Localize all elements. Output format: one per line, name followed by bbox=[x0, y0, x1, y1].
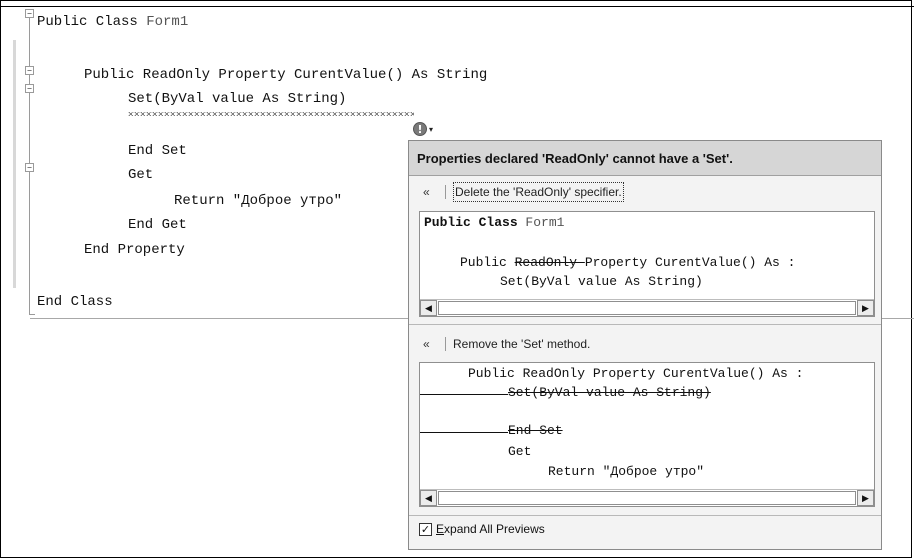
removed-text: ReadOnly bbox=[514, 255, 585, 270]
scroll-thumb[interactable] bbox=[438, 301, 856, 315]
horizontal-scrollbar[interactable]: ◀ ▶ bbox=[420, 299, 874, 316]
fix2-preview: Public ReadOnly Property CurentValue() A… bbox=[419, 362, 875, 507]
scroll-left-icon[interactable]: ◀ bbox=[420, 490, 437, 506]
code-line-return: Return "Доброе утро" bbox=[174, 193, 343, 209]
code-line-end-class: End Class bbox=[37, 294, 113, 310]
preview-line: Public ReadOnly Property CurentValue() A… bbox=[468, 366, 804, 381]
preview-line: Public Class Form1 bbox=[424, 215, 565, 230]
dropdown-arrow-icon: ▾ bbox=[429, 124, 434, 134]
collapse-class-icon[interactable]: − bbox=[25, 9, 34, 18]
code-line-end-get: End Get bbox=[128, 217, 187, 233]
fix1-preview: Public Class Form1 Public ReadOnly Prope… bbox=[419, 211, 875, 317]
preview-line: Public ReadOnly Property CurentValue() A… bbox=[460, 255, 796, 270]
collapse-set-icon[interactable]: − bbox=[25, 84, 34, 93]
expand-all-previews-checkbox[interactable]: ✓ bbox=[419, 522, 432, 536]
divider bbox=[445, 185, 446, 199]
code-line-get: Get bbox=[128, 167, 154, 183]
popup-header: Properties declared 'ReadOnly' cannot ha… bbox=[409, 141, 881, 176]
code-line-end-property: End Property bbox=[84, 242, 185, 258]
code-line-end-set: End Set bbox=[128, 143, 187, 159]
code-line-set: Set(ByVal value As String) bbox=[128, 91, 347, 107]
divider bbox=[409, 515, 881, 516]
collapse-chevron-icon[interactable]: « bbox=[423, 179, 430, 205]
horizontal-scrollbar[interactable]: ◀ ▶ bbox=[420, 489, 874, 506]
scroll-right-icon[interactable]: ▶ bbox=[857, 490, 874, 506]
code-line-property: Public ReadOnly Property CurentValue() A… bbox=[84, 67, 488, 83]
smart-tag-button[interactable]: ! ▾ bbox=[410, 120, 438, 138]
expand-all-previews-label[interactable]: Expand All Previews bbox=[436, 518, 545, 540]
scroll-right-icon[interactable]: ▶ bbox=[857, 300, 874, 316]
error-squiggle bbox=[128, 112, 414, 116]
divider bbox=[445, 337, 446, 351]
error-correction-popup: Properties declared 'ReadOnly' cannot ha… bbox=[408, 140, 882, 550]
scroll-left-icon[interactable]: ◀ bbox=[420, 300, 437, 316]
change-indicator-bar bbox=[13, 40, 16, 288]
expand-all-previews-option[interactable]: ✓ Expand All Previews bbox=[419, 518, 545, 540]
removed-line: End Set bbox=[508, 423, 563, 438]
error-exclamation-icon: ! bbox=[413, 122, 427, 136]
scroll-thumb[interactable] bbox=[438, 491, 856, 505]
removed-line: Set(ByVal value As String) bbox=[508, 385, 711, 400]
fix-remove-set[interactable]: « Remove the 'Set' method. bbox=[409, 331, 881, 357]
divider bbox=[409, 324, 881, 325]
collapse-property-icon[interactable]: − bbox=[25, 66, 34, 75]
code-line-class: Public Class Form1 bbox=[37, 14, 189, 30]
top-rule bbox=[0, 6, 914, 7]
collapse-get-icon[interactable]: − bbox=[25, 163, 34, 172]
removed-line-rule bbox=[420, 394, 508, 395]
preview-line: Set(ByVal value As String) bbox=[500, 274, 703, 289]
fix-delete-readonly[interactable]: « Delete the 'ReadOnly' specifier. bbox=[409, 179, 881, 205]
outline-end bbox=[29, 314, 35, 315]
preview-line: Get bbox=[508, 444, 532, 459]
removed-line-rule bbox=[420, 432, 508, 433]
preview-line: Return "Доброе утро" bbox=[548, 464, 705, 479]
fix-delete-readonly-link[interactable]: Delete the 'ReadOnly' specifier. bbox=[453, 182, 624, 202]
fix-remove-set-link[interactable]: Remove the 'Set' method. bbox=[453, 331, 590, 357]
collapse-chevron-icon[interactable]: « bbox=[423, 331, 430, 357]
